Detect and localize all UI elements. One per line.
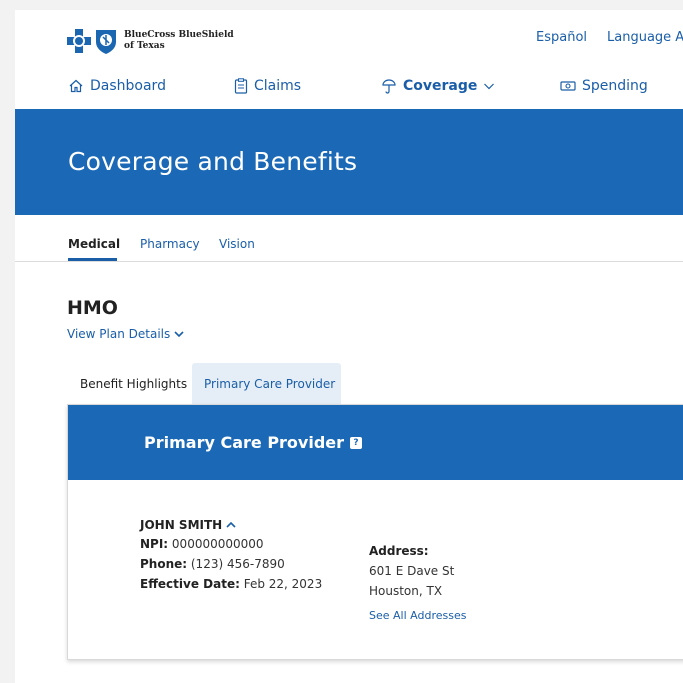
coverage-subtabs: Medical Pharmacy Vision — [15, 215, 683, 262]
blue-cross-icon — [67, 29, 91, 53]
effective-date-line: Effective Date: Feb 22, 2023 — [140, 577, 322, 591]
home-icon — [69, 79, 83, 93]
see-all-addresses-link[interactable]: See All Addresses — [369, 609, 466, 622]
umbrella-icon — [382, 79, 396, 94]
tab-benefit-highlights[interactable]: Benefit Highlights — [68, 363, 199, 404]
tab-primary-care-provider[interactable]: Primary Care Provider — [192, 363, 341, 404]
nav-claims-label: Claims — [254, 78, 302, 94]
phone-line: Phone: (123) 456-7890 — [140, 557, 285, 571]
page-title: Coverage and Benefits — [68, 147, 358, 176]
npi-value: 000000000000 — [168, 537, 264, 551]
nav-spending[interactable]: Spending — [560, 78, 648, 94]
bcbs-logo[interactable]: BlueCross BlueShield of Texas — [67, 28, 234, 54]
espanol-link[interactable]: Español — [536, 30, 587, 45]
logo-line2: of Texas — [124, 41, 165, 51]
chevron-up-icon — [226, 521, 236, 528]
utility-links: Español Language A — [536, 30, 683, 45]
effective-date-label: Effective Date: — [140, 577, 240, 591]
chevron-down-icon — [174, 331, 184, 338]
effective-date-value: Feb 22, 2023 — [239, 577, 323, 591]
money-icon — [560, 81, 576, 91]
nav-claims[interactable]: Claims — [234, 78, 301, 94]
provider-name[interactable]: JOHN SMITH — [140, 518, 236, 532]
nav-dashboard[interactable]: Dashboard — [68, 78, 166, 94]
page: BlueCross BlueShield of Texas Español La… — [15, 10, 683, 683]
tab-vision[interactable]: Vision — [219, 237, 255, 251]
logo-line1: BlueCross BlueShield — [124, 30, 234, 40]
language-link[interactable]: Language A — [607, 30, 683, 45]
tab-medical[interactable]: Medical — [68, 237, 120, 251]
clipboard-icon — [234, 78, 248, 94]
main-nav: Dashboard Claims Coverage Spending — [15, 78, 683, 98]
nav-coverage-label: Coverage — [403, 78, 478, 94]
chevron-down-icon — [484, 83, 495, 90]
plan-type: HMO — [67, 297, 118, 319]
nav-spending-label: Spending — [582, 78, 648, 94]
help-icon[interactable]: ? — [350, 436, 363, 449]
pcp-card: Primary Care Provider ? JOHN SMITH NPI: … — [67, 404, 683, 660]
nav-dashboard-label: Dashboard — [90, 78, 166, 94]
view-plan-details-link[interactable]: View Plan Details — [67, 327, 184, 341]
address-label: Address: — [369, 544, 429, 558]
logo-text: BlueCross BlueShield of Texas — [124, 30, 234, 52]
phone-value: (123) 456-7890 — [187, 557, 285, 571]
pcp-title-text: Primary Care Provider — [144, 433, 345, 452]
npi-label: NPI: — [140, 537, 169, 551]
phone-label: Phone: — [140, 557, 188, 571]
hero-banner: Coverage and Benefits — [15, 109, 683, 215]
active-tab-indicator — [68, 258, 117, 261]
pcp-card-title: Primary Care Provider ? — [144, 433, 363, 452]
view-plan-details-label: View Plan Details — [67, 327, 171, 341]
nav-coverage[interactable]: Coverage — [381, 78, 495, 94]
tab-pharmacy[interactable]: Pharmacy — [140, 237, 200, 251]
provider-name-text: JOHN SMITH — [140, 518, 223, 532]
npi-line: NPI: 000000000000 — [140, 537, 264, 551]
pcp-card-header: Primary Care Provider ? — [68, 405, 683, 480]
address-line2: Houston, TX — [369, 584, 443, 598]
address-line1: 601 E Dave St — [369, 564, 455, 578]
blue-shield-icon — [96, 30, 116, 54]
